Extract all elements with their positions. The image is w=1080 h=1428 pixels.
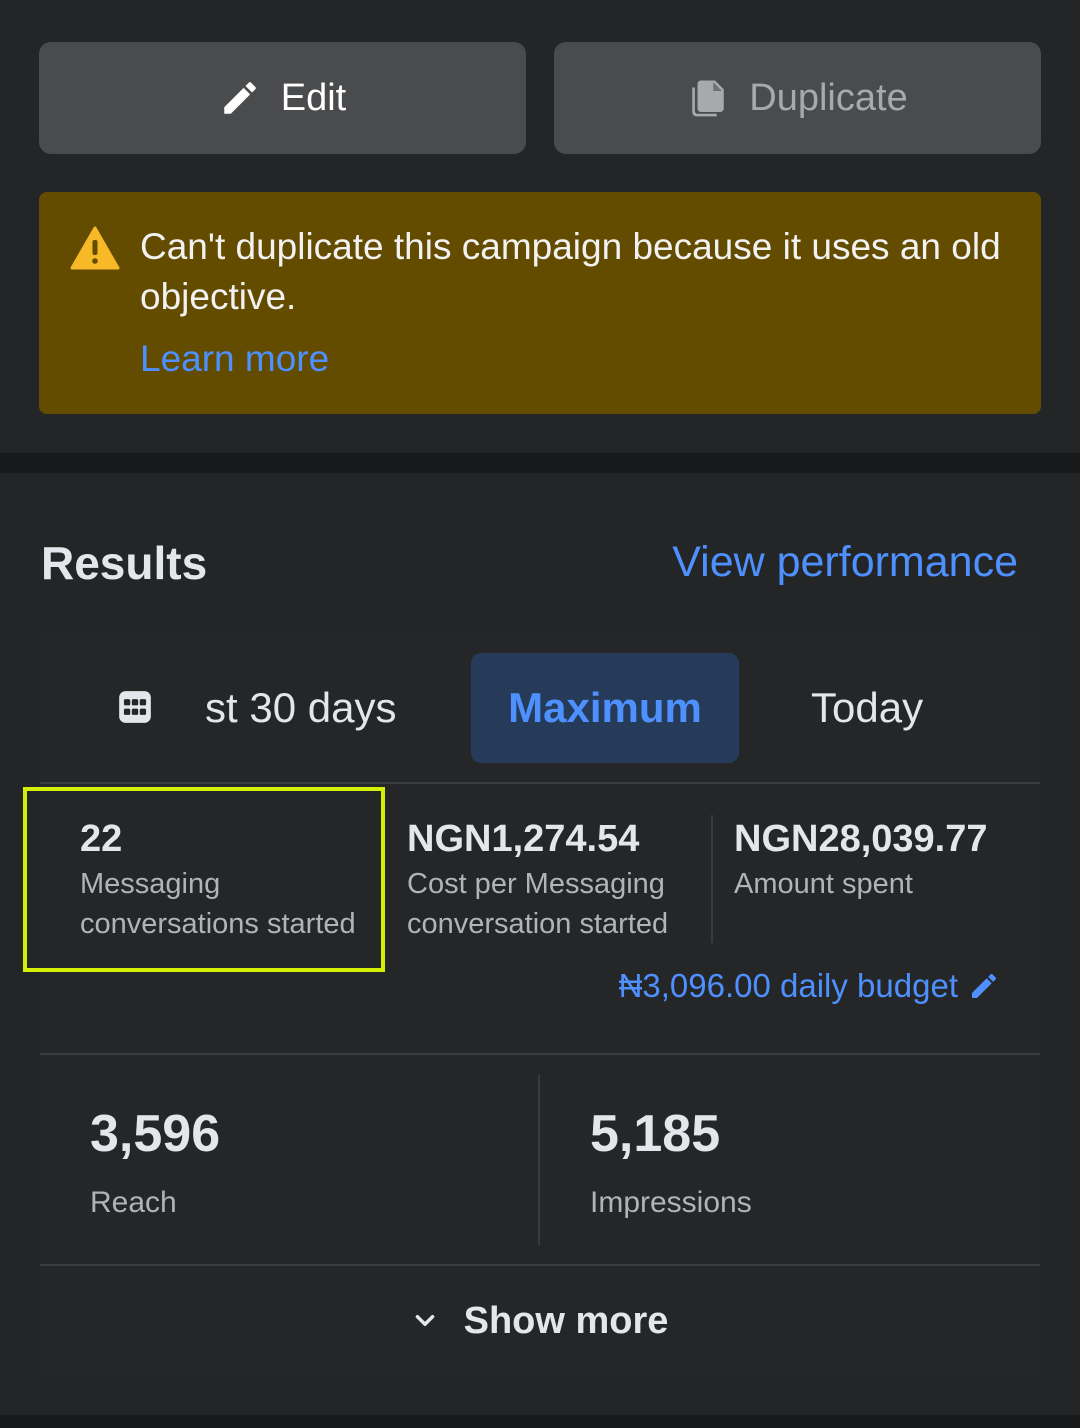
edit-button-label: Edit [280, 76, 347, 119]
chevron-down-icon [415, 1314, 434, 1326]
daily-budget-link[interactable]: ₦3,096.00 daily budget [619, 967, 1000, 1005]
tab-maximum[interactable]: Maximum [471, 653, 739, 763]
tab-today[interactable]: Today [811, 684, 923, 732]
campaign-actions-section: Edit Duplicate Can't duplicate this camp… [0, 0, 1080, 453]
edit-button[interactable]: Edit [39, 42, 526, 154]
warning-message: Can't duplicate this campaign because it… [140, 226, 1001, 317]
metric-label: Cost per Messaging conversation started [407, 868, 669, 940]
show-more-label: Show more [463, 1299, 669, 1342]
metric-amount-spent[interactable]: NGN28,039.77 Amount spent [734, 817, 1034, 904]
calendar-icon[interactable] [116, 688, 154, 726]
summary-label: Impressions [590, 1186, 752, 1219]
results-heading: Results [41, 537, 208, 589]
summary-label: Reach [90, 1186, 177, 1219]
pencil-icon [219, 77, 261, 119]
section-divider [0, 453, 1080, 473]
show-more-button[interactable]: Show more [40, 1266, 1040, 1376]
copy-icon [687, 77, 729, 119]
summary-reach: 3,596 Reach [90, 1102, 220, 1220]
divider [40, 782, 1040, 784]
view-performance-link[interactable]: View performance [672, 538, 1018, 587]
summary-value: 5,185 [590, 1105, 721, 1163]
highlight-box [23, 787, 385, 972]
pencil-icon [972, 973, 997, 998]
duplicate-warning-banner: Can't duplicate this campaign because it… [39, 192, 1041, 414]
summary-value: 3,596 [90, 1105, 221, 1163]
metric-cost-per-conversation[interactable]: NGN1,274.54 Cost per Messaging conversat… [407, 817, 707, 944]
duplicate-button-label: Duplicate [749, 76, 908, 119]
tab-last-30-days[interactable]: st 30 days [205, 684, 396, 732]
date-range-tabs: st 30 days Maximum Today [40, 632, 1040, 782]
metric-label: Amount spent [734, 868, 913, 900]
divider [40, 1053, 1040, 1055]
warning-triangle-icon [70, 226, 120, 270]
learn-more-link[interactable]: Learn more [140, 334, 329, 384]
metric-separator [711, 815, 713, 943]
results-card: st 30 days Maximum Today 22 Messaging co… [23, 632, 1040, 1377]
metric-value: NGN28,039.77 [734, 818, 988, 860]
metric-value: NGN1,274.54 [407, 818, 640, 860]
duplicate-button[interactable]: Duplicate [554, 42, 1041, 154]
summary-impressions: 5,185 Impressions [590, 1102, 752, 1220]
summary-separator [538, 1075, 540, 1245]
bottom-divider [0, 1415, 1080, 1428]
daily-budget-text: ₦3,096.00 daily budget [618, 967, 958, 1004]
